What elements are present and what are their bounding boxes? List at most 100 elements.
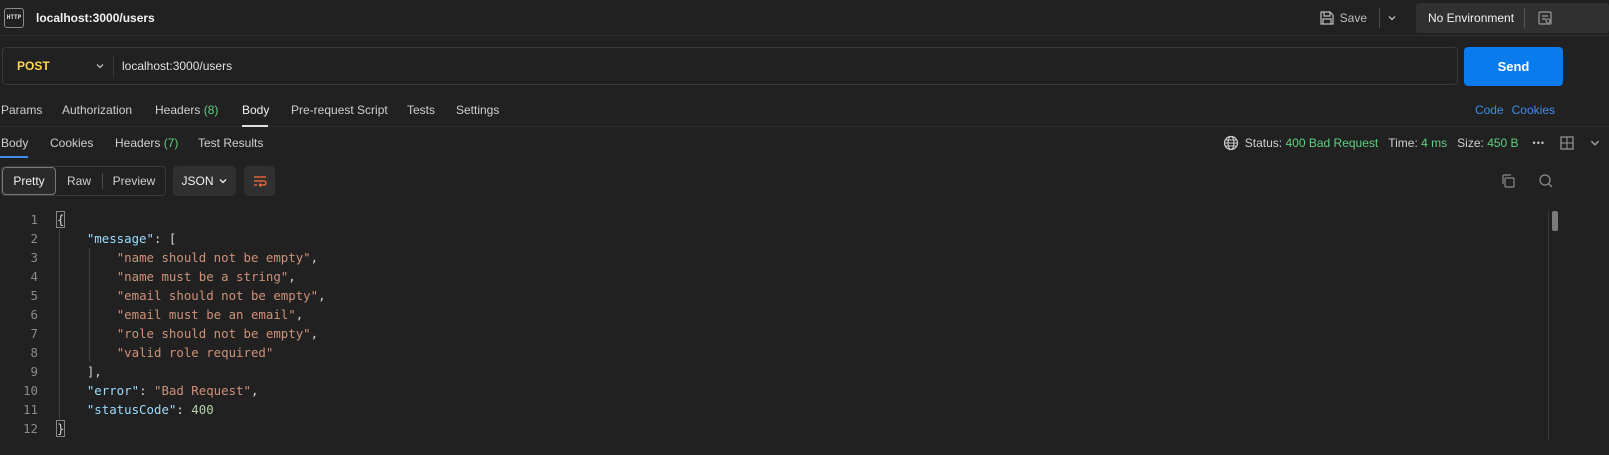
json-punctuation: ,: [250, 383, 259, 398]
tab-headers[interactable]: Headers (8): [155, 103, 218, 117]
tab-body[interactable]: Body: [242, 103, 269, 117]
environment-selector[interactable]: No Environment: [1416, 3, 1609, 33]
code-links: Code Cookies: [1475, 103, 1555, 117]
code-text: }: [55, 419, 66, 438]
editor-scrollbar[interactable]: [1552, 211, 1558, 231]
response-body-editor[interactable]: 1{2 "message": [3 "name should not be em…: [0, 210, 1560, 442]
line-number: 1: [30, 212, 38, 227]
tab-label: Pre-request Script: [291, 103, 388, 117]
code-line: 10 "error": "Bad Request",: [0, 381, 1560, 400]
tab-authorization[interactable]: Authorization: [62, 103, 132, 117]
json-punctuation: [57, 383, 87, 398]
json-punctuation: ,: [310, 250, 319, 265]
request-url-bar: POST localhost:3000/users: [2, 47, 1458, 85]
environment-settings-icon[interactable]: [1537, 10, 1553, 26]
request-title[interactable]: localhost:3000/users: [36, 11, 155, 25]
response-tab-body[interactable]: Body: [1, 136, 28, 150]
save-button[interactable]: Save: [1312, 11, 1375, 25]
json-string: "email should not be empty": [116, 288, 319, 303]
save-options-chevron-down-icon[interactable]: [1384, 10, 1400, 26]
tab-tests[interactable]: Tests: [407, 103, 435, 117]
time-label: Time:: [1388, 136, 1418, 150]
split-layout-icon[interactable]: [1559, 135, 1575, 151]
response-tab-cookies[interactable]: Cookies: [50, 136, 93, 150]
code-line: 3 "name should not be empty",: [0, 248, 1560, 267]
json-punctuation: [57, 345, 117, 360]
raw-button[interactable]: Raw: [56, 167, 102, 195]
code-text: "role should not be empty",: [57, 324, 318, 343]
json-punctuation: [57, 269, 117, 284]
json-punctuation: [57, 326, 117, 341]
environment-separator: [1524, 8, 1525, 28]
line-number: 3: [30, 250, 38, 265]
globe-icon[interactable]: [1223, 135, 1239, 151]
indent-guide: [89, 248, 90, 362]
tab-params[interactable]: Params: [1, 103, 42, 117]
json-punctuation: :: [139, 383, 154, 398]
send-button[interactable]: Send: [1464, 47, 1563, 86]
more-options-icon[interactable]: •••: [1533, 138, 1545, 148]
chevron-down-icon: [219, 179, 226, 184]
search-icon[interactable]: [1538, 173, 1554, 189]
line-number: 7: [30, 326, 38, 341]
view-mode-toggle: Pretty Raw Preview: [1, 166, 166, 196]
copy-icon[interactable]: [1500, 173, 1516, 189]
line-number: 2: [30, 231, 38, 246]
code-line: 12}: [0, 419, 1560, 438]
response-tab-test-results[interactable]: Test Results: [198, 136, 263, 150]
status-value: 400 Bad Request: [1285, 136, 1379, 150]
active-response-tab-indicator: [0, 156, 28, 158]
code-line: 2 "message": [: [0, 229, 1560, 248]
code-text: ],: [57, 362, 102, 381]
save-separator: [1379, 8, 1380, 28]
json-string: "name must be a string": [116, 269, 289, 284]
size-value: 450 B: [1487, 136, 1519, 150]
line-number: 8: [30, 345, 38, 360]
json-punctuation: }: [55, 420, 66, 437]
size-indicator[interactable]: Size: 450 B: [1457, 136, 1518, 150]
tab-label: Headers: [115, 136, 161, 150]
json-punctuation: ,: [318, 288, 326, 303]
code-line: 11 "statusCode": 400: [0, 400, 1560, 419]
line-number: 11: [23, 402, 38, 417]
headers-count-badge: (8): [203, 103, 219, 117]
tab-pre-request-script[interactable]: Pre-request Script: [291, 103, 388, 117]
tab-label: Test Results: [198, 136, 264, 150]
json-punctuation: [57, 231, 87, 246]
response-status-area: Status: 400 Bad Request Time: 4 ms Size:…: [1223, 128, 1609, 158]
preview-button[interactable]: Preview: [103, 167, 165, 195]
wrap-lines-icon: [253, 176, 267, 187]
indent-guide: [59, 229, 60, 419]
collapse-chevron-down-icon[interactable]: [1589, 137, 1601, 149]
tab-label: Authorization: [62, 103, 133, 117]
line-number: 12: [23, 421, 38, 436]
tab-settings[interactable]: Settings: [456, 103, 499, 117]
url-input[interactable]: localhost:3000/users: [122, 59, 232, 73]
tab-label: Cookies: [50, 136, 94, 150]
wrap-lines-button[interactable]: [244, 166, 275, 196]
environment-label: No Environment: [1428, 11, 1515, 25]
status-indicator[interactable]: Status: 400 Bad Request: [1245, 136, 1378, 150]
method-label: POST: [17, 59, 50, 73]
code-line: 9 ],: [0, 362, 1560, 381]
http-file-icon: HTTP: [4, 7, 24, 28]
pretty-button[interactable]: Pretty: [2, 167, 56, 195]
code-text: "email should not be empty",: [57, 286, 326, 305]
format-selector[interactable]: JSON: [173, 166, 236, 196]
method-selector[interactable]: POST: [3, 59, 113, 73]
cookies-link[interactable]: Cookies: [1512, 103, 1555, 117]
code-link[interactable]: Code: [1475, 103, 1504, 117]
code-text: "error": "Bad Request",: [57, 381, 259, 400]
code-line: 1{: [0, 210, 1560, 229]
json-string: "email must be an email": [116, 307, 296, 322]
json-punctuation: ,: [295, 307, 304, 322]
time-indicator[interactable]: Time: 4 ms: [1388, 136, 1447, 150]
status-label: Status:: [1244, 136, 1283, 150]
json-key: "error": [86, 383, 140, 398]
json-punctuation: [57, 402, 87, 417]
json-punctuation: [57, 288, 117, 303]
json-key: "statusCode": [86, 402, 177, 417]
code-text: "name must be a string",: [57, 267, 296, 286]
response-tab-headers[interactable]: Headers (7): [115, 136, 178, 150]
code-text: "name should not be empty",: [57, 248, 318, 267]
